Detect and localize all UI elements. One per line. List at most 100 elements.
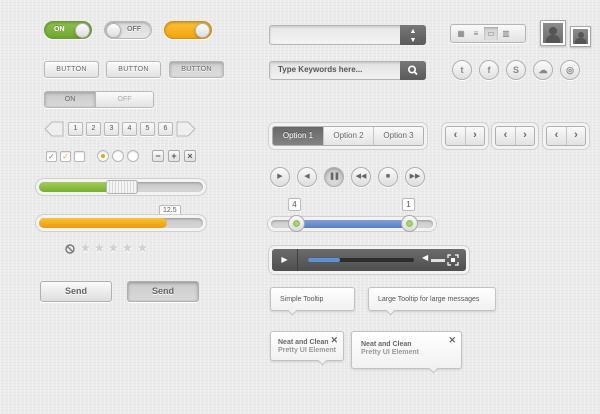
media-player-bar: ▶ ◀ bbox=[272, 249, 466, 271]
facebook-icon[interactable]: f bbox=[479, 60, 499, 80]
rewind-icon[interactable]: ◀◀ bbox=[351, 167, 371, 187]
option-1-tab[interactable]: Option 1 bbox=[273, 127, 323, 145]
search-field[interactable] bbox=[269, 61, 426, 80]
chevron-right-icon[interactable]: › bbox=[566, 127, 585, 145]
minus-button[interactable]: − bbox=[152, 150, 164, 162]
toggle-off-switch[interactable]: OFF bbox=[104, 21, 152, 39]
list-view-icon[interactable]: ≡ bbox=[469, 27, 483, 40]
checkbox-checked-orange[interactable]: ✓ bbox=[60, 151, 71, 162]
radio-unselected[interactable] bbox=[112, 150, 124, 162]
player-volume-icon[interactable]: ◀ bbox=[422, 253, 428, 262]
clear-rating-icon[interactable] bbox=[65, 244, 75, 254]
tooltip-subtitle: Pretty UI Element bbox=[361, 349, 419, 356]
neat-tooltip-left: Neat and Clean Pretty UI Element ✕ bbox=[270, 331, 344, 366]
fast-forward-icon[interactable]: ▶▶ bbox=[405, 167, 425, 187]
arrow-pair-nav[interactable]: ‹ › bbox=[546, 126, 586, 146]
play-icon[interactable]: ▶ bbox=[270, 167, 290, 187]
volume-icon[interactable]: ◀ bbox=[297, 167, 317, 187]
range-high-tooltip: 1 bbox=[402, 198, 415, 211]
onoff-segmented-control[interactable]: ON OFF bbox=[44, 91, 154, 108]
tooltip-title: Neat and Clean bbox=[278, 339, 329, 346]
radio-selected[interactable] bbox=[97, 150, 109, 162]
progress-value-tooltip: 12.5 bbox=[159, 205, 181, 216]
detail-view-icon[interactable]: ▭ bbox=[484, 27, 498, 40]
option-2-tab[interactable]: Option 2 bbox=[323, 127, 373, 145]
dropdown-arrows-icon[interactable]: ▲ ▼ bbox=[400, 25, 426, 45]
tooltip-text: Large Tooltip for large messages bbox=[378, 296, 480, 303]
options-segmented-control[interactable]: Option 1 Option 2 Option 3 bbox=[272, 126, 424, 146]
page-2-button[interactable]: 2 bbox=[86, 122, 101, 136]
toggle-orange-switch[interactable] bbox=[164, 21, 212, 39]
toggle-knob bbox=[75, 23, 90, 38]
avatar-small[interactable] bbox=[570, 26, 591, 47]
grid-view-icon[interactable]: ▦ bbox=[454, 27, 468, 40]
search-button[interactable] bbox=[400, 61, 426, 80]
tooltip-text: Simple Tooltip bbox=[280, 296, 324, 303]
rating-star-icon[interactable]: ★ bbox=[80, 241, 91, 255]
pagination-next-button[interactable] bbox=[176, 121, 197, 137]
page-6-button[interactable]: 6 bbox=[158, 122, 173, 136]
send-button-pressed[interactable]: Send bbox=[127, 281, 199, 302]
button-pressed[interactable]: BUTTON bbox=[169, 61, 224, 78]
radio-unselected[interactable] bbox=[127, 150, 139, 162]
tooltip-tail bbox=[317, 355, 328, 366]
range-slider[interactable] bbox=[271, 215, 433, 232]
close-button[interactable]: × bbox=[184, 150, 196, 162]
tooltip-tail bbox=[287, 305, 298, 316]
twitter-icon[interactable]: t bbox=[452, 60, 472, 80]
segment-on[interactable]: ON bbox=[45, 92, 95, 107]
arrow-pair-nav[interactable]: ‹ › bbox=[495, 126, 535, 146]
player-volume-slider[interactable] bbox=[431, 259, 445, 262]
dropdown-select[interactable]: ▲ ▼ bbox=[269, 25, 426, 45]
progress-grip[interactable] bbox=[106, 180, 138, 194]
page-4-button[interactable]: 4 bbox=[122, 122, 137, 136]
pause-icon[interactable]: ❚❚ bbox=[324, 167, 344, 187]
rating-star-icon[interactable]: ★ bbox=[108, 241, 119, 255]
chevron-right-icon[interactable]: › bbox=[515, 127, 534, 145]
fullscreen-icon[interactable] bbox=[447, 254, 459, 266]
rating-star-icon[interactable]: ★ bbox=[94, 241, 105, 255]
toggle-off-label: OFF bbox=[127, 26, 141, 33]
progress-fill bbox=[39, 182, 110, 192]
user-icon bbox=[543, 23, 563, 43]
player-play-icon[interactable]: ▶ bbox=[272, 249, 298, 271]
button-hover[interactable]: BUTTON bbox=[106, 61, 161, 78]
arrow-pair-nav[interactable]: ‹ › bbox=[445, 126, 485, 146]
page-5-button[interactable]: 5 bbox=[140, 122, 155, 136]
avatar-large[interactable] bbox=[540, 20, 566, 46]
chevron-left-icon[interactable]: ‹ bbox=[496, 127, 515, 145]
send-button[interactable]: Send bbox=[40, 281, 112, 302]
close-icon[interactable]: ✕ bbox=[448, 335, 456, 346]
range-handle-low[interactable] bbox=[288, 215, 305, 232]
dribbble-icon[interactable]: ◎ bbox=[560, 60, 580, 80]
range-handle-high[interactable] bbox=[401, 215, 418, 232]
stop-icon[interactable]: ■ bbox=[378, 167, 398, 187]
checkbox-checked-gray[interactable]: ✓ bbox=[46, 151, 57, 162]
toggle-on-switch[interactable]: ON bbox=[44, 21, 92, 39]
option-3-tab[interactable]: Option 3 bbox=[373, 127, 423, 145]
checkbox-unchecked[interactable] bbox=[74, 151, 85, 162]
rating-star-icon[interactable]: ★ bbox=[122, 241, 133, 255]
pagination-prev-button[interactable] bbox=[44, 121, 64, 137]
button-normal[interactable]: BUTTON bbox=[44, 61, 99, 78]
rating-star-icon[interactable]: ★ bbox=[137, 241, 148, 255]
plus-button[interactable]: + bbox=[168, 150, 180, 162]
page-1-button[interactable]: 1 bbox=[68, 122, 83, 136]
cloud-icon[interactable]: ☁ bbox=[533, 60, 553, 80]
view-switcher[interactable]: ▦ ≡ ▭ ▥ bbox=[450, 24, 526, 43]
tooltip-title: Neat and Clean bbox=[361, 341, 412, 348]
skype-icon[interactable]: S bbox=[506, 60, 526, 80]
toggle-knob bbox=[106, 23, 121, 38]
chevron-left-icon[interactable]: ‹ bbox=[547, 127, 566, 145]
search-icon bbox=[408, 65, 418, 76]
column-view-icon[interactable]: ▥ bbox=[499, 27, 513, 40]
progress-bar-green bbox=[39, 180, 203, 194]
page-3-button[interactable]: 3 bbox=[104, 122, 119, 136]
close-icon[interactable]: ✕ bbox=[330, 335, 338, 346]
neat-tooltip-right: Neat and Clean Pretty UI Element ✕ bbox=[351, 331, 462, 374]
player-progress-track[interactable] bbox=[308, 258, 414, 262]
chevron-right-icon[interactable]: › bbox=[465, 127, 484, 145]
segment-off[interactable]: OFF bbox=[95, 92, 153, 107]
chevron-left-icon[interactable]: ‹ bbox=[446, 127, 465, 145]
search-input[interactable] bbox=[278, 65, 388, 74]
